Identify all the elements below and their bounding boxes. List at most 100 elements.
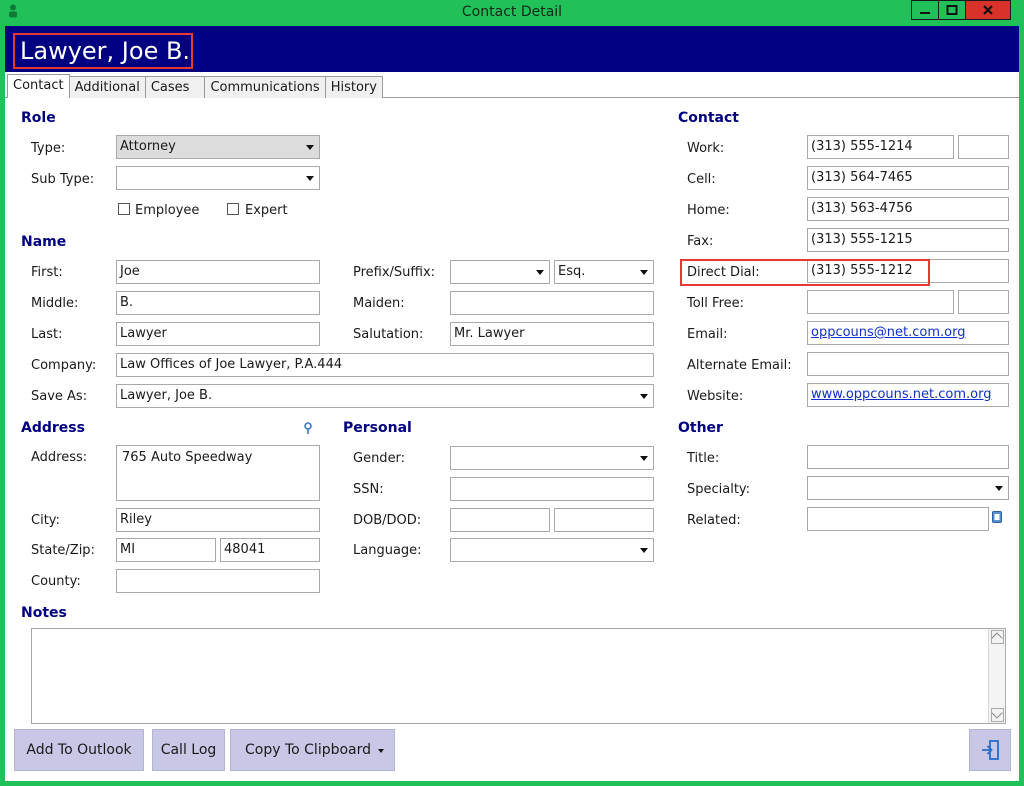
fax-field[interactable]: (313) 555-1215 [807, 228, 1009, 252]
email-label: Email: [687, 327, 728, 342]
zip-field[interactable]: 48041 [220, 538, 320, 562]
section-contact: Contact [678, 110, 739, 126]
chevron-down-icon [640, 394, 648, 399]
section-address: Address [21, 420, 85, 436]
alt-email-label: Alternate Email: [687, 358, 792, 373]
tab-cases[interactable]: Cases [144, 76, 206, 98]
gender-label: Gender: [353, 451, 406, 466]
call-log-button[interactable]: Call Log [152, 729, 225, 771]
website-link[interactable]: www.oppcouns.net.com.org [811, 387, 991, 402]
notes-scrollbar[interactable] [988, 629, 1005, 723]
section-other: Other [678, 420, 723, 436]
dropdown-caret-icon[interactable] [378, 749, 384, 753]
chevron-down-icon [306, 145, 314, 150]
contact-name-heading: Lawyer, Joe B. [13, 33, 193, 69]
chevron-down-icon [536, 270, 544, 275]
home-phone-field[interactable]: (313) 563-4756 [807, 197, 1009, 221]
tab-contact[interactable]: Contact [7, 74, 70, 98]
employee-label: Employee [135, 203, 200, 218]
saveas-label: Save As: [31, 389, 88, 404]
address-field[interactable]: 765 Auto Speedway [116, 445, 320, 501]
related-field[interactable] [807, 507, 989, 531]
state-field[interactable]: MI [116, 538, 216, 562]
middle-label: Middle: [31, 296, 79, 311]
dod-field[interactable] [554, 508, 654, 532]
saveas-select-value: Lawyer, Joe B. [120, 388, 213, 403]
county-label: County: [31, 574, 81, 589]
type-select[interactable]: Attorney [116, 135, 320, 159]
exit-button[interactable] [969, 729, 1011, 771]
dob-field[interactable] [450, 508, 550, 532]
type-select-value: Attorney [120, 139, 176, 154]
work-label: Work: [687, 141, 725, 156]
chevron-down-icon [640, 270, 648, 275]
contact-header: Lawyer, Joe B. [5, 26, 1019, 72]
tab-bar: Contact Additional Cases Communications … [7, 74, 383, 98]
subtype-select[interactable] [116, 166, 320, 190]
type-label: Type: [31, 141, 66, 156]
statezip-label: State/Zip: [31, 543, 95, 558]
email-field[interactable]: oppcouns@net.com.org [807, 321, 1009, 345]
middle-name-field[interactable]: B. [116, 291, 320, 315]
contact-detail-window: Lawyer, Joe B. Contact Additional Cases … [5, 26, 1019, 781]
related-label: Related: [687, 513, 741, 528]
alt-email-field[interactable] [807, 352, 1009, 376]
expert-checkbox[interactable] [227, 203, 239, 215]
specialty-label: Specialty: [687, 482, 751, 497]
suffix-select[interactable]: Esq. [554, 260, 654, 284]
direct-dial-highlight [680, 259, 930, 286]
first-name-field[interactable]: Joe [116, 260, 320, 284]
maiden-label: Maiden: [353, 296, 405, 311]
tollfree-field[interactable] [807, 290, 954, 314]
salutation-label: Salutation: [353, 327, 424, 342]
notes-textarea[interactable] [31, 628, 1006, 724]
suffix-select-value: Esq. [558, 264, 586, 279]
saveas-select[interactable]: Lawyer, Joe B. [116, 384, 654, 408]
salutation-field[interactable]: Mr. Lawyer [450, 322, 654, 346]
website-field[interactable]: www.oppcouns.net.com.org [807, 383, 1009, 407]
language-label: Language: [353, 543, 422, 558]
lookup-icon[interactable] [992, 511, 1002, 523]
tab-history[interactable]: History [324, 76, 383, 98]
cell-phone-field[interactable]: (313) 564-7465 [807, 166, 1009, 190]
prefix-suffix-label: Prefix/Suffix: [353, 265, 436, 280]
copy-to-clipboard-label: Copy To Clipboard [245, 742, 372, 758]
maximize-button[interactable] [938, 0, 966, 20]
minimize-button[interactable] [911, 0, 939, 20]
maximize-icon [946, 5, 958, 15]
work-ext-field[interactable] [958, 135, 1009, 159]
title-field[interactable] [807, 445, 1009, 469]
language-select[interactable] [450, 538, 654, 562]
ssn-field[interactable] [450, 477, 654, 501]
county-field[interactable] [116, 569, 320, 593]
work-phone-field[interactable]: (313) 555-1214 [807, 135, 954, 159]
tollfree-ext-field[interactable] [958, 290, 1009, 314]
website-label: Website: [687, 389, 744, 404]
last-name-field[interactable]: Lawyer [116, 322, 320, 346]
fax-label: Fax: [687, 234, 714, 249]
tab-communications[interactable]: Communications [204, 76, 326, 98]
cell-label: Cell: [687, 172, 716, 187]
city-field[interactable]: Riley [116, 508, 320, 532]
add-to-outlook-button[interactable]: Add To Outlook [14, 729, 144, 771]
gender-select[interactable] [450, 446, 654, 470]
window-title: Contact Detail [461, 4, 563, 20]
maiden-field[interactable] [450, 291, 654, 315]
prefix-select[interactable] [450, 260, 550, 284]
close-icon [983, 5, 993, 15]
title-label: Title: [687, 451, 720, 466]
title-bar: Contact Detail [0, 0, 1024, 26]
ssn-label: SSN: [353, 482, 384, 497]
tollfree-label: Toll Free: [687, 296, 745, 311]
tab-additional[interactable]: Additional [68, 76, 146, 98]
email-link[interactable]: oppcouns@net.com.org [811, 325, 966, 340]
company-label: Company: [31, 358, 97, 373]
employee-checkbox[interactable] [118, 203, 130, 215]
copy-to-clipboard-button[interactable]: Copy To Clipboard [230, 729, 395, 771]
company-field[interactable]: Law Offices of Joe Lawyer, P.A.444 [116, 353, 654, 377]
city-label: City: [31, 513, 60, 528]
map-pin-icon[interactable] [303, 422, 313, 435]
close-button[interactable] [965, 0, 1011, 20]
chevron-down-icon [995, 486, 1003, 491]
specialty-select[interactable] [807, 476, 1009, 500]
